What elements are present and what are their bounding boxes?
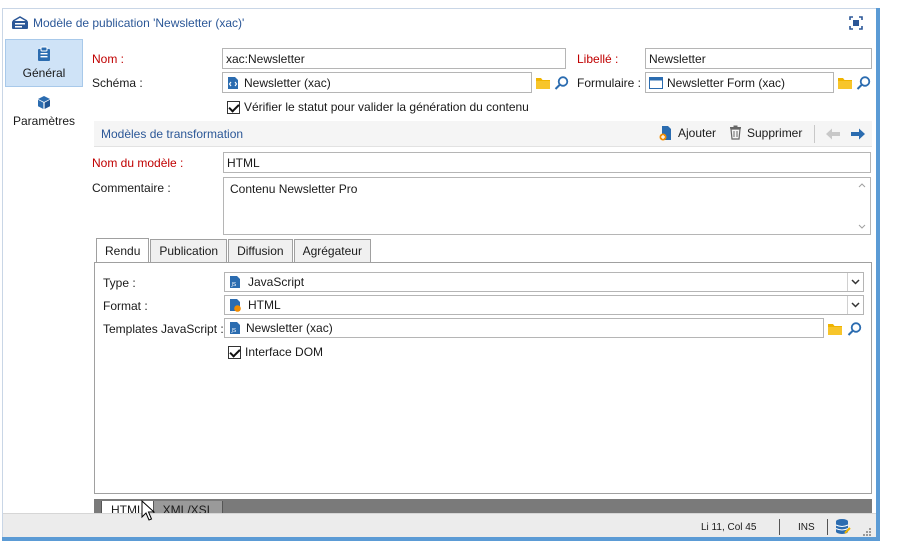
render-tabs: Rendu Publication Diffusion Agrégateur [96,238,372,263]
window-title: Modèle de publication 'Newsletter (xac)' [33,16,245,30]
tab-diffusion[interactable]: Diffusion [228,239,293,262]
model-name-value: HTML [227,155,260,170]
type-value: JavaScript [248,275,305,289]
svg-text:JS: JS [231,328,237,334]
dom-interface-label: Interface DOM [245,345,324,359]
schema-field[interactable]: Newsletter (xac) [222,72,532,93]
format-value: HTML [248,298,281,312]
folder-icon[interactable] [837,75,853,91]
tab-agregateur[interactable]: Agrégateur [293,239,371,262]
format-label: Format : [103,299,148,313]
insert-mode: INS [798,522,815,533]
model-name-label: Nom du modèle : [92,156,184,170]
templates-field[interactable]: JS Newsletter (xac) [224,318,824,338]
model-name-field[interactable]: HTML [223,152,871,173]
add-document-icon [659,126,671,141]
clipboard-icon [38,46,50,61]
transform-section-title: Modèles de transformation [101,126,244,141]
sidebar-item-label: Général [22,66,66,80]
name-label: Nom : [92,52,125,66]
formulaire-value: Newsletter Form (xac) [667,75,786,90]
comment-textarea[interactable]: Contenu Newsletter Pro [223,177,871,235]
dom-interface-checkbox[interactable] [228,345,241,359]
svg-text:JS: JS [231,282,237,288]
textarea-scrollbar[interactable] [856,180,868,232]
delete-button[interactable]: Supprimer [729,125,802,140]
schema-label: Schéma : [92,76,143,90]
delete-label: Supprimer [747,125,803,140]
mouse-cursor-icon [141,500,155,521]
resize-grip-icon[interactable] [863,528,872,537]
tab-publication[interactable]: Publication [150,239,228,262]
rendu-panel: Type : JS JavaScript Format : HTML Templ… [94,262,872,494]
name-value: xac:Newsletter [226,51,305,66]
status-separator [779,519,780,535]
form-icon [649,76,663,89]
title-bar: Modèle de publication 'Newsletter (xac)' [3,9,877,37]
search-icon[interactable] [856,75,872,91]
tab-label: Diffusion [237,244,284,258]
dropdown-arrow-icon[interactable] [847,296,863,314]
check-status-label: Vérifier le statut pour valider la génér… [244,100,529,114]
trash-icon [730,125,741,140]
add-button[interactable]: Ajouter [659,125,716,141]
type-label: Type : [103,276,136,290]
check-status-checkbox[interactable] [227,100,240,114]
cube-icon [38,95,50,109]
sidebar-item-parameters[interactable]: Paramètres [5,87,83,135]
name-field[interactable]: xac:Newsletter [222,48,566,69]
libelle-field[interactable]: Newsletter [645,48,872,69]
publication-template-icon [12,16,28,29]
window-border-bottom [2,537,880,541]
sidebar-item-general[interactable]: Général [5,39,83,87]
search-icon[interactable] [847,321,863,337]
sidebar-item-label: Paramètres [12,113,76,128]
libelle-value: Newsletter [649,51,706,66]
templates-value: Newsletter (xac) [246,321,333,335]
tab-rendu[interactable]: Rendu [96,238,150,263]
folder-icon[interactable] [827,321,843,337]
schema-icon [228,76,238,89]
formulaire-label: Formulaire : [577,76,642,90]
tab-label: Rendu [105,244,141,258]
database-icon[interactable] [835,518,851,535]
folder-icon[interactable] [535,75,551,91]
main-content: Nom : xac:Newsletter Libellé : Newslette… [89,37,879,519]
javascript-file-icon: JS [230,322,240,334]
formulaire-field[interactable]: Newsletter Form (xac) [645,72,834,93]
libelle-label: Libellé : [577,52,619,66]
comment-value: Contenu Newsletter Pro [230,182,358,196]
dom-interface-row[interactable]: Interface DOM [228,345,323,359]
arrow-right-icon[interactable] [850,127,866,141]
add-label: Ajouter [678,126,717,140]
format-select[interactable]: HTML [224,295,864,315]
transform-section-bar: Modèles de transformation Ajouter Suppri… [94,121,872,147]
publication-template-window: Modèle de publication 'Newsletter (xac)'… [2,8,880,541]
check-status-row[interactable]: Vérifier le statut pour valider la génér… [227,100,529,114]
type-select[interactable]: JS JavaScript [224,272,864,292]
tab-label: Agrégateur [302,244,362,258]
status-separator [827,519,828,535]
tab-label: Publication [159,244,219,258]
status-bar: Li 11, Col 45 INS [3,513,877,538]
maximize-icon[interactable] [849,16,863,30]
cursor-position: Li 11, Col 45 [701,522,757,533]
arrow-left-icon[interactable] [825,127,841,141]
schema-value: Newsletter (xac) [244,75,331,90]
dropdown-arrow-icon[interactable] [847,273,863,291]
html-file-icon [230,299,241,312]
templates-label: Templates JavaScript : [103,322,224,336]
toolbar-separator [814,125,815,143]
javascript-file-icon: JS [230,276,240,288]
comment-label: Commentaire : [92,181,171,195]
sidebar: Général Paramètres [3,39,87,519]
search-icon[interactable] [554,75,570,91]
window-border-right [876,8,880,541]
